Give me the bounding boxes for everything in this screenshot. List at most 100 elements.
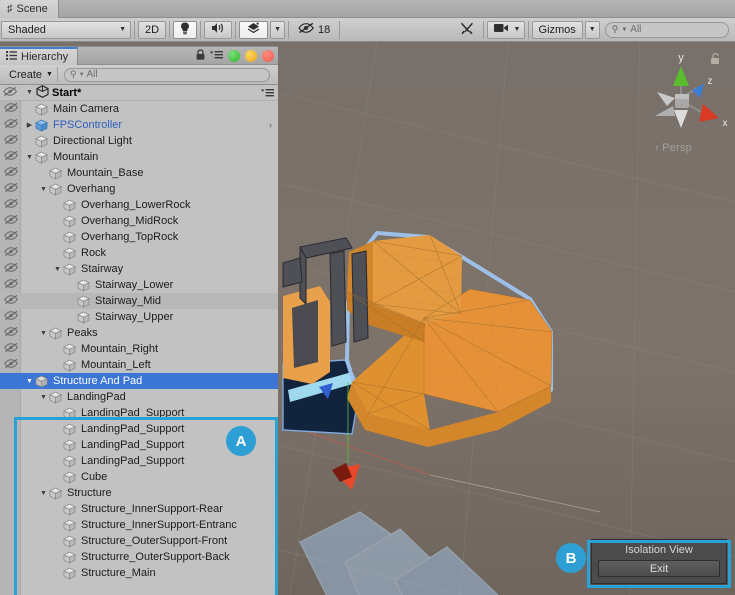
eye-off-icon[interactable] — [3, 342, 19, 356]
unity-editor-window: ♯ Scene Shaded ▼ 2D ▼ 18 ▼ Gizmos ▼ ⚲ ▼ … — [0, 0, 735, 595]
eye-off-icon[interactable] — [3, 134, 19, 148]
hierarchy-row-label: Stairway_Lower — [95, 279, 174, 291]
eye-off-icon[interactable] — [3, 310, 19, 324]
isolation-exit-button[interactable]: Exit — [598, 560, 720, 577]
tab-scene[interactable]: ♯ Scene — [0, 0, 59, 18]
projection-mode-label[interactable]: ‹ Persp — [655, 142, 692, 154]
tab-hierarchy[interactable]: Hierarchy — [0, 46, 79, 65]
hierarchy-row-mountain-left[interactable]: Mountain_Left — [0, 357, 278, 373]
row-twisty[interactable]: ▶ — [24, 121, 35, 129]
unity-scene-icon — [36, 84, 49, 101]
window-dot-red[interactable] — [262, 50, 274, 62]
hierarchy-row-structure-and-pad[interactable]: ▼ Structure And Pad — [0, 373, 278, 389]
scene-root-twisty[interactable]: ▼ — [24, 89, 35, 96]
options-menu-icon[interactable] — [210, 50, 223, 62]
hierarchy-row-stairway[interactable]: ▼ Stairway — [0, 261, 278, 277]
window-dot-yellow[interactable] — [245, 50, 257, 62]
hierarchy-row-structurre-outersupport-back[interactable]: Structurre_OuterSupport-Back — [0, 549, 278, 565]
eye-off-icon[interactable] — [3, 182, 19, 196]
lock-open-icon[interactable] — [710, 52, 721, 68]
gameobject-icon — [49, 391, 62, 404]
hierarchy-row-label: Rock — [81, 247, 107, 259]
row-twisty[interactable]: ▼ — [24, 378, 35, 385]
window-dot-green[interactable] — [228, 50, 240, 62]
eye-off-icon[interactable] — [3, 118, 19, 132]
eye-off-icon[interactable] — [3, 166, 19, 180]
create-button[interactable]: Create ▼ — [4, 67, 58, 82]
row-twisty[interactable]: ▼ — [38, 186, 49, 193]
camera-settings-dropdown[interactable]: ▼ — [486, 20, 525, 39]
hierarchy-row-mountain-right[interactable]: Mountain_Right — [0, 341, 278, 357]
eye-off-icon[interactable] — [3, 214, 19, 228]
toggle-effects-button[interactable] — [239, 20, 269, 39]
scene-search-input[interactable]: ⚲ ▼ All — [604, 21, 729, 38]
eye-off-icon[interactable] — [3, 230, 19, 244]
hierarchy-row-overhang-toprock[interactable]: Overhang_TopRock — [0, 229, 278, 245]
eye-off-icon[interactable] — [3, 326, 19, 340]
gameobject-icon — [63, 359, 76, 372]
lock-icon[interactable] — [196, 49, 205, 63]
hierarchy-row-landingpad-support[interactable]: LandingPad_Support — [0, 405, 278, 421]
hierarchy-row-directional-light[interactable]: Directional Light — [0, 133, 278, 149]
hierarchy-row-structure-innersupport-rear[interactable]: Structure_InnerSupport-Rear — [0, 501, 278, 517]
chevron-down-icon: ▼ — [513, 26, 521, 33]
eye-off-icon[interactable] — [3, 86, 18, 100]
hierarchy-row-label: Stairway — [81, 263, 124, 275]
hierarchy-row-overhang-midrock[interactable]: Overhang_MidRock — [0, 213, 278, 229]
hierarchy-toolbar: Create ▼ ⚲ ▼ All — [0, 65, 278, 85]
hierarchy-row-stairway-lower[interactable]: Stairway_Lower — [0, 277, 278, 293]
hierarchy-row-stairway-mid[interactable]: Stairway_Mid — [0, 293, 278, 309]
hierarchy-row-structure-innersupport-entranc[interactable]: Structure_InnerSupport-Entranc — [0, 517, 278, 533]
gizmos-label: Gizmos — [538, 23, 576, 36]
hierarchy-row-mountain[interactable]: ▼ Mountain — [0, 149, 278, 165]
hierarchy-row-mountain-base[interactable]: Mountain_Base — [0, 165, 278, 181]
eye-off-icon[interactable] — [3, 150, 19, 164]
toggle-lighting-button[interactable] — [173, 20, 198, 39]
draw-mode-dropdown[interactable]: Shaded ▼ — [1, 20, 131, 39]
tools-button[interactable] — [454, 21, 480, 39]
eye-off-icon[interactable] — [3, 262, 19, 276]
gameobject-icon — [63, 247, 76, 260]
toggle-audio-button[interactable] — [204, 20, 233, 39]
eye-off-icon[interactable] — [3, 246, 19, 260]
row-twisty[interactable]: ▼ — [38, 330, 49, 337]
hierarchy-row-rock[interactable]: Rock — [0, 245, 278, 261]
hierarchy-row-label: Structure And Pad — [53, 375, 143, 387]
scene-axis-gizmo[interactable]: y z x ‹ Persp — [637, 46, 729, 158]
hierarchy-search-input[interactable]: ⚲ ▼ All — [63, 67, 270, 82]
gameobject-icon — [77, 295, 90, 308]
hierarchy-row-overhang-lowerrock[interactable]: Overhang_LowerRock — [0, 197, 278, 213]
eye-off-icon[interactable] — [3, 278, 19, 292]
hierarchy-row-label: LandingPad_Support — [81, 423, 185, 435]
hierarchy-scene-root-row[interactable]: ▼ Start* — [0, 84, 278, 101]
hierarchy-row-landingpad[interactable]: ▼ LandingPad — [0, 389, 278, 405]
eye-off-icon[interactable] — [3, 294, 19, 308]
gameobject-icon — [35, 135, 48, 148]
eye-off-icon[interactable] — [3, 102, 19, 116]
hierarchy-row-cube[interactable]: Cube — [0, 469, 278, 485]
hierarchy-row-peaks[interactable]: ▼ Peaks — [0, 325, 278, 341]
toggle-2d-button[interactable]: 2D — [138, 20, 167, 39]
row-twisty[interactable]: ▼ — [24, 154, 35, 161]
options-menu-icon[interactable] — [261, 88, 274, 100]
gizmos-button[interactable]: Gizmos — [531, 20, 583, 39]
scene-visibility-button[interactable]: 18 — [292, 21, 336, 39]
hierarchy-row-label: LandingPad_Support — [81, 455, 185, 467]
hierarchy-row-overhang[interactable]: ▼ Overhang — [0, 181, 278, 197]
row-twisty[interactable]: ▼ — [52, 266, 63, 273]
effects-dropdown[interactable]: ▼ — [270, 20, 285, 39]
gizmos-dropdown[interactable]: ▼ — [584, 20, 600, 39]
row-twisty[interactable]: ▼ — [38, 490, 49, 497]
chevron-right-icon[interactable]: › — [269, 120, 272, 130]
hierarchy-row-main-camera[interactable]: Main Camera — [0, 101, 278, 117]
hierarchy-row-structure-outersupport-front[interactable]: Structure_OuterSupport-Front — [0, 533, 278, 549]
hierarchy-row-fpscontroller[interactable]: ▶ FPSController › — [0, 117, 278, 133]
row-twisty[interactable]: ▼ — [38, 394, 49, 401]
draw-mode-label: Shaded — [8, 23, 46, 36]
hierarchy-tree[interactable]: Main Camera ▶ FPSController › Directional Li… — [0, 101, 278, 595]
eye-off-icon[interactable] — [3, 198, 19, 212]
hierarchy-row-structure[interactable]: ▼ Structure — [0, 485, 278, 501]
eye-off-icon[interactable] — [3, 358, 19, 372]
hierarchy-row-structure-main[interactable]: Structure_Main — [0, 565, 278, 581]
hierarchy-row-stairway-upper[interactable]: Stairway_Upper — [0, 309, 278, 325]
